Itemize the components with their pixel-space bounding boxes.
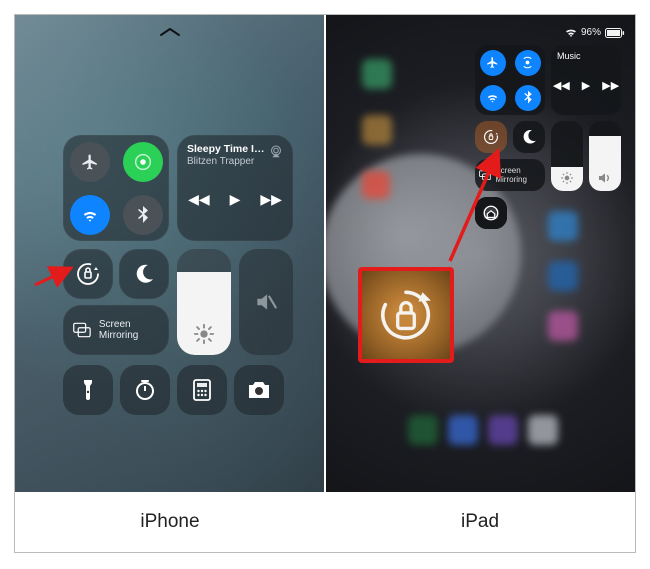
rotation-lock-callout xyxy=(358,267,454,363)
iphone-control-center: Sleepy Time In... Blitzen Trapper ◀◀ ▶ ▶… xyxy=(15,15,324,492)
connectivity-module[interactable] xyxy=(63,135,169,241)
bluetooth-icon[interactable] xyxy=(123,195,163,235)
brightness-icon xyxy=(193,323,215,345)
camera-button[interactable] xyxy=(234,365,284,415)
timer-button[interactable] xyxy=(120,365,170,415)
screen-mirroring-button[interactable]: Screen Mirroring xyxy=(63,305,169,355)
ipad-now-playing-module[interactable]: Music ◀◀ ▶ ▶▶ xyxy=(551,45,621,115)
screen-mirroring-icon xyxy=(73,321,91,339)
ipad-wifi-icon[interactable] xyxy=(480,85,506,111)
battery-icon xyxy=(605,28,625,38)
ipad-rotation-lock-button[interactable] xyxy=(475,121,507,153)
ipad-connectivity-module[interactable] xyxy=(475,45,545,115)
ipad-home-button[interactable] xyxy=(475,197,507,229)
mute-button[interactable] xyxy=(239,249,293,355)
ipad-bluetooth-icon[interactable] xyxy=(515,85,541,111)
do-not-disturb-button[interactable] xyxy=(119,249,169,299)
caption-iphone: iPhone xyxy=(15,492,325,552)
rotation-lock-icon-large xyxy=(375,284,437,346)
track-title: Sleepy Time In... xyxy=(187,143,267,155)
flashlight-button[interactable] xyxy=(63,365,113,415)
ipad-play-icon[interactable]: ▶ xyxy=(582,79,590,92)
ipad-brightness-slider[interactable] xyxy=(551,121,583,191)
ipad-screen-mirroring-icon xyxy=(479,169,491,182)
rotation-lock-button[interactable] xyxy=(63,249,113,299)
airplay-icon[interactable] xyxy=(267,143,285,161)
ipad-screen-mirroring-button[interactable]: Screen Mirroring xyxy=(475,159,545,191)
airplane-mode-icon[interactable] xyxy=(70,142,110,182)
brightness-slider[interactable] xyxy=(177,249,231,355)
grabber-icon xyxy=(159,27,181,37)
play-icon[interactable]: ▶ xyxy=(230,191,241,208)
wifi-icon[interactable] xyxy=(70,195,110,235)
ipad-control-center: 96% xyxy=(326,15,635,492)
ipad-previous-track-icon[interactable]: ◀◀ xyxy=(553,79,570,92)
ipad-volume-slider[interactable] xyxy=(589,121,621,191)
caption-ipad: iPad xyxy=(325,492,635,552)
battery-percent: 96% xyxy=(581,27,601,38)
ipad-next-track-icon[interactable]: ▶▶ xyxy=(602,79,619,92)
ipad-volume-icon xyxy=(597,171,613,185)
calculator-button[interactable] xyxy=(177,365,227,415)
ipad-airplane-mode-icon[interactable] xyxy=(480,50,506,76)
ipad-cellular-data-icon[interactable] xyxy=(515,50,541,76)
next-track-icon[interactable]: ▶▶ xyxy=(260,191,282,208)
wifi-status-icon xyxy=(565,28,577,38)
previous-track-icon[interactable]: ◀◀ xyxy=(188,191,210,208)
ipad-screen-mirroring-label: Screen Mirroring xyxy=(495,166,541,184)
cellular-data-icon[interactable] xyxy=(123,142,163,182)
ipad-status-bar: 96% xyxy=(565,27,625,38)
ipad-brightness-icon xyxy=(560,171,574,185)
ipad-music-label: Music xyxy=(557,51,615,61)
ipad-do-not-disturb-button[interactable] xyxy=(513,121,545,153)
screen-mirroring-label: Screen Mirroring xyxy=(99,319,159,341)
now-playing-module[interactable]: Sleepy Time In... Blitzen Trapper ◀◀ ▶ ▶… xyxy=(177,135,293,241)
